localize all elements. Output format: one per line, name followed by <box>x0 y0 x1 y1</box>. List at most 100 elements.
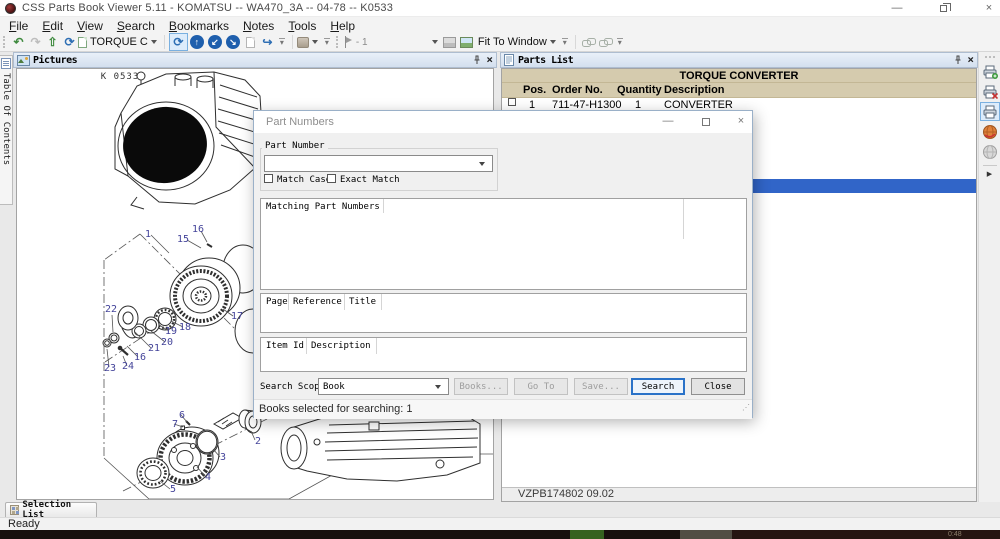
toolbar-overflow-icon[interactable]: ▾ <box>617 38 623 47</box>
goto-picture-button[interactable]: ↪ <box>259 34 276 51</box>
pin-icon[interactable] <box>954 55 962 65</box>
item-description-table[interactable]: Item Id Description <box>260 337 747 372</box>
book-icon <box>78 37 87 48</box>
save-button[interactable]: Save... <box>574 378 628 395</box>
diagram-callout[interactable]: 4 <box>205 472 211 483</box>
taskbar-strip: 0:48 <box>0 530 1000 539</box>
nav-previous-button[interactable]: ↙ <box>208 35 222 49</box>
search-scope-combo[interactable]: Book <box>318 378 449 395</box>
nav-next-button[interactable]: ↘ <box>226 35 240 49</box>
maximize-icon <box>702 118 710 126</box>
parts-table-header: Pos. Order No. Quantity Description <box>502 83 976 98</box>
toolbar-grip[interactable] <box>336 36 339 48</box>
zoom-combo-chevron-icon[interactable] <box>550 40 556 44</box>
toolbar-overflow-icon[interactable]: ▾ <box>562 38 568 47</box>
sync-picture-toggle[interactable]: ⟳ <box>169 33 188 51</box>
stamp-chevron-icon[interactable] <box>312 40 318 44</box>
page-reference-table[interactable]: Page Reference Title <box>260 293 747 333</box>
toolbar-overflow-icon[interactable]: ▾ <box>324 38 330 47</box>
books-button[interactable]: Books... <box>454 378 508 395</box>
search-button[interactable]: Search <box>631 378 685 395</box>
match-case-checkbox[interactable]: Match Case <box>264 174 331 186</box>
resize-grip-icon[interactable]: ⋰ <box>742 398 750 417</box>
dialog-maximize-button[interactable] <box>695 114 717 130</box>
printer-button[interactable] <box>980 102 1000 121</box>
close-button[interactable]: × <box>978 1 1000 16</box>
diagram-callout[interactable]: 16 <box>134 352 146 363</box>
column-divider <box>306 338 307 354</box>
diagram-callout[interactable]: 22 <box>105 304 117 315</box>
close-panel-icon[interactable]: × <box>486 55 493 65</box>
printer-add-button[interactable] <box>980 62 1000 81</box>
column-quantity: Quantity <box>617 83 662 98</box>
rail-grip[interactable] <box>985 56 995 58</box>
diagram-callout[interactable]: 1 <box>145 229 151 240</box>
diagram-callout[interactable]: 2 <box>255 436 261 447</box>
diagram-callout[interactable]: 23 <box>104 363 116 374</box>
diagram-callout[interactable]: 15 <box>177 234 189 245</box>
globe-active-button[interactable] <box>980 122 1000 141</box>
close-dialog-button[interactable]: Close <box>691 378 745 395</box>
menu-bar: FileEditViewSearchBookmarksNotesToolsHel… <box>0 17 1000 33</box>
column-reference: Reference <box>293 297 342 307</box>
diagram-callout[interactable]: 5 <box>170 484 176 495</box>
diagram-callout[interactable]: 17 <box>231 311 243 322</box>
checkbox-icon <box>327 174 336 183</box>
tab-table-of-contents[interactable]: Table Of Contents <box>0 55 13 205</box>
part-number-combo[interactable] <box>264 155 493 172</box>
rail-divider <box>983 165 997 166</box>
dialog-close-button[interactable]: × <box>730 114 752 130</box>
diagram-callout[interactable]: 19 <box>165 326 177 337</box>
nav-up-button[interactable]: ↑ <box>190 35 204 49</box>
column-divider <box>288 294 289 310</box>
restore-button[interactable] <box>932 1 954 16</box>
diagram-callout[interactable]: 6 <box>179 410 185 421</box>
app-icon <box>5 3 16 14</box>
checkbox-icon <box>264 174 273 183</box>
stamp-tool-icon[interactable] <box>297 37 309 48</box>
page-number-combo[interactable]: - 1 <box>353 35 441 50</box>
diagram-callout[interactable]: 18 <box>179 322 191 333</box>
diagram-callout[interactable]: 20 <box>161 337 173 348</box>
matching-part-numbers-list[interactable]: Matching Part Numbers <box>260 198 747 290</box>
printer-remove-button[interactable] <box>980 82 1000 101</box>
parts-list-footer: VZPB174802 09.02 <box>502 487 976 501</box>
tab-selection-list[interactable]: Selection List <box>5 502 97 517</box>
page-icon[interactable] <box>246 37 255 48</box>
dialog-minimize-button[interactable]: — <box>657 114 679 130</box>
globe-inactive-button[interactable] <box>980 142 1000 161</box>
book-combo-chevron-icon[interactable] <box>151 40 157 44</box>
toolbar-overflow-icon[interactable]: ▾ <box>279 38 285 47</box>
book-combo-value[interactable]: TORQUE C <box>90 36 148 48</box>
forward-button[interactable]: ↷ <box>27 34 44 51</box>
rail-expander-icon[interactable]: ▶ <box>979 170 1000 178</box>
parts-table-title: TORQUE CONVERTER <box>502 69 976 83</box>
close-panel-icon[interactable]: × <box>967 55 974 65</box>
up-level-button[interactable]: ⇧ <box>44 34 61 51</box>
status-text: Ready <box>8 518 40 530</box>
exact-match-checkbox[interactable]: Exact Match <box>327 174 400 186</box>
column-item-id: Item Id <box>266 341 304 351</box>
diagram-callout[interactable]: 3 <box>220 452 226 463</box>
diagram-callout[interactable]: 7 <box>172 419 178 430</box>
back-button[interactable]: ↶ <box>10 34 27 51</box>
fit-window-icon[interactable] <box>460 37 473 48</box>
row-checkbox[interactable] <box>508 98 516 106</box>
diagram-callout[interactable]: 16 <box>192 224 204 235</box>
zoom-combo-value[interactable]: Fit To Window <box>478 36 547 48</box>
actual-size-icon[interactable] <box>443 37 456 48</box>
diagram-callout[interactable]: 21 <box>148 343 160 354</box>
combo-chevron-icon[interactable] <box>479 162 485 166</box>
link-icon[interactable] <box>582 37 595 48</box>
combo-chevron-icon[interactable] <box>435 385 441 389</box>
dialog-title-bar[interactable]: Part Numbers — × <box>254 111 752 133</box>
toolbar-grip[interactable] <box>3 36 6 48</box>
pictures-panel-header[interactable]: Pictures × <box>13 52 497 68</box>
diagram-callout[interactable]: 24 <box>122 361 134 372</box>
pin-icon[interactable] <box>473 55 481 65</box>
goto-button[interactable]: Go To <box>514 378 568 395</box>
reload-book-button[interactable]: ⟳ <box>61 34 78 51</box>
parts-list-panel-header[interactable]: Parts List × <box>500 52 978 68</box>
minimize-button[interactable]: — <box>886 1 908 16</box>
unlink-icon[interactable] <box>599 37 612 48</box>
